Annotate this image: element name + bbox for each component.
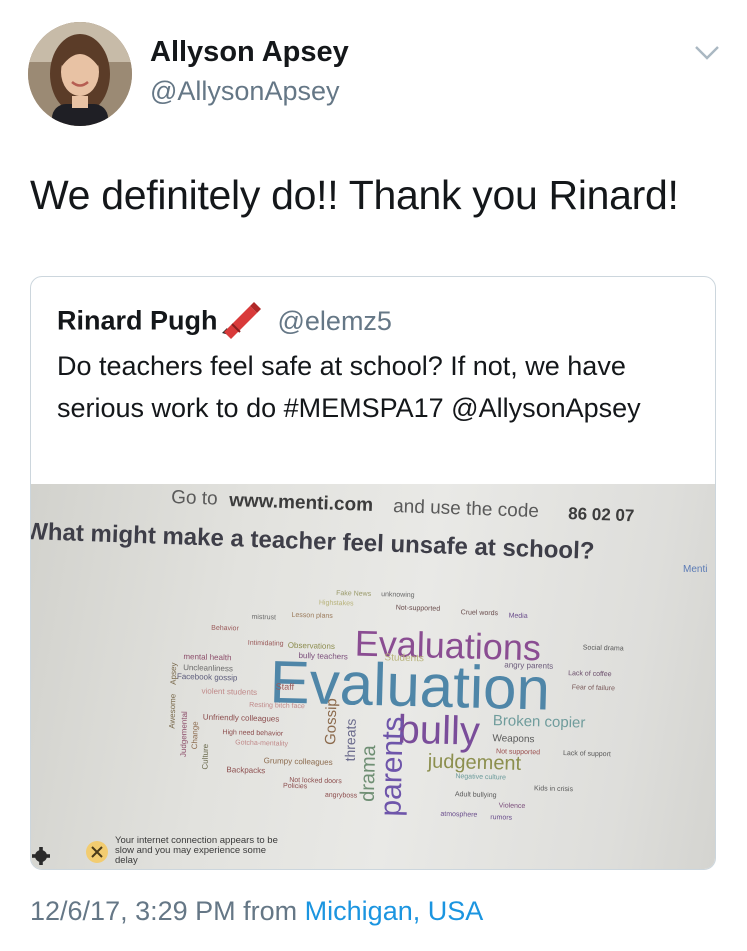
word-angry-parents: angry parents bbox=[504, 660, 553, 670]
tweet-text: We definitely do!! Thank you Rinard! bbox=[30, 172, 679, 218]
word-students: Students bbox=[384, 652, 424, 664]
word-drama: drama bbox=[357, 744, 380, 802]
word-gossip: Gossip bbox=[322, 698, 340, 745]
word-fake-news: Fake News bbox=[336, 590, 372, 598]
word-uncleanliness: Uncleanliness bbox=[183, 663, 233, 673]
word-weapons: Weapons bbox=[492, 733, 534, 745]
word-observations: Observations bbox=[288, 641, 335, 651]
quoted-tweet-text: Do teachers feel safe at school? If not,… bbox=[57, 351, 641, 423]
gear-icon[interactable] bbox=[32, 847, 50, 865]
word-broken-copier: Broken copier bbox=[493, 712, 586, 731]
word-high-need-behavior: High need behavior bbox=[222, 729, 284, 738]
word-bully-teachers: bully teachers bbox=[298, 651, 348, 661]
word-behavior: Behavior bbox=[211, 625, 239, 633]
crayon-icon bbox=[220, 299, 264, 346]
profile-photo-icon bbox=[28, 22, 132, 126]
word-culture: Culture bbox=[200, 743, 210, 770]
photo-question: What might make a teacher feel unsafe at… bbox=[31, 518, 595, 565]
word-grumpy-colleagues: Grumpy colleagues bbox=[264, 756, 333, 767]
word-lack-of-support: Lack of support bbox=[563, 750, 611, 758]
quoted-author-handle: @elemz5 bbox=[277, 305, 392, 336]
word-unfriendly-colleagues: Unfriendly colleagues bbox=[203, 713, 280, 724]
word-backpacks: Backpacks bbox=[226, 765, 265, 775]
word-mental-health: mental health bbox=[183, 652, 231, 662]
word-highstakes: Highstakes bbox=[319, 600, 354, 608]
word-threats: threats bbox=[342, 718, 359, 761]
location-link[interactable]: Michigan, USA bbox=[305, 896, 484, 926]
menti-code: 86 02 07 bbox=[568, 504, 635, 525]
menti-brand: Menti bbox=[683, 564, 707, 575]
word-angryboss: angryboss bbox=[325, 792, 358, 800]
chevron-down-icon[interactable] bbox=[694, 44, 720, 62]
word-media: Media bbox=[509, 613, 528, 620]
slow-connection-text: Your internet connection appears to be s… bbox=[115, 836, 278, 866]
from-label: from bbox=[243, 896, 298, 926]
word-atmosphere: atmosphere bbox=[440, 811, 477, 819]
word-lesson-plans: Lesson plans bbox=[291, 612, 333, 620]
author-handle[interactable]: @AllysonApsey bbox=[150, 76, 340, 107]
quoted-author-name: Rinard Pugh bbox=[57, 305, 218, 336]
menti-instruction-prefix: Go to bbox=[171, 487, 218, 510]
word-social-drama: Social drama bbox=[583, 644, 624, 652]
word-parents: parents bbox=[374, 716, 410, 817]
word-adult-bullying: Adult bullying bbox=[455, 791, 497, 799]
word-awesome: Awesome bbox=[168, 693, 178, 729]
word-lack-of-coffee: Lack of coffee bbox=[568, 670, 612, 678]
word-facebook-gossip: Facebook gossip bbox=[177, 672, 238, 683]
timestamp-text: 12/6/17, 3:29 PM bbox=[30, 896, 236, 926]
word-cruel-words: Cruel words bbox=[461, 609, 499, 617]
word-not-supported-2: Not-supported bbox=[396, 605, 441, 613]
word-policies: Policies bbox=[283, 783, 308, 791]
avatar[interactable] bbox=[28, 22, 132, 126]
word-change: Change bbox=[190, 721, 200, 750]
word-judgemental: Judgemental bbox=[179, 711, 189, 757]
word-negative-culture: Negative culture bbox=[455, 773, 506, 781]
word-unknowing: unknowing bbox=[381, 591, 415, 599]
word-not-supported: Not supported bbox=[496, 748, 540, 756]
word-resting-bitch-face: Resting bitch face bbox=[249, 702, 305, 710]
word-violence: Violence bbox=[499, 802, 526, 810]
tweet-photo[interactable]: Go to www.menti.com and use the code 86 … bbox=[31, 484, 715, 869]
word-mistrust: mistrust bbox=[251, 614, 276, 622]
word-staff: Staff bbox=[276, 681, 295, 691]
word-kids-in-crisis: Kids in crisis bbox=[534, 785, 574, 793]
word-fear-of-failure: Fear of failure bbox=[572, 684, 615, 692]
author-name[interactable]: Allyson Apsey bbox=[150, 36, 349, 69]
word-rumors: rumors bbox=[490, 814, 512, 822]
word-violent-students: violent students bbox=[201, 687, 257, 697]
slow-connection-notice: Your internet connection appears to be s… bbox=[86, 836, 278, 866]
tweet-timestamp: 12/6/17, 3:29 PM from Michigan, USA bbox=[30, 896, 483, 927]
quoted-tweet[interactable]: Rinard Pugh @elemz5 Do teachers feel saf… bbox=[30, 276, 716, 870]
menti-instruction-suffix: and use the code bbox=[393, 496, 539, 522]
word-apsey: Apsey bbox=[169, 662, 179, 684]
word-intimidating: Intimidating bbox=[248, 640, 284, 648]
menti-url: www.menti.com bbox=[228, 490, 374, 516]
word-gotcha-mentality: Gotcha-mentality bbox=[235, 739, 289, 747]
